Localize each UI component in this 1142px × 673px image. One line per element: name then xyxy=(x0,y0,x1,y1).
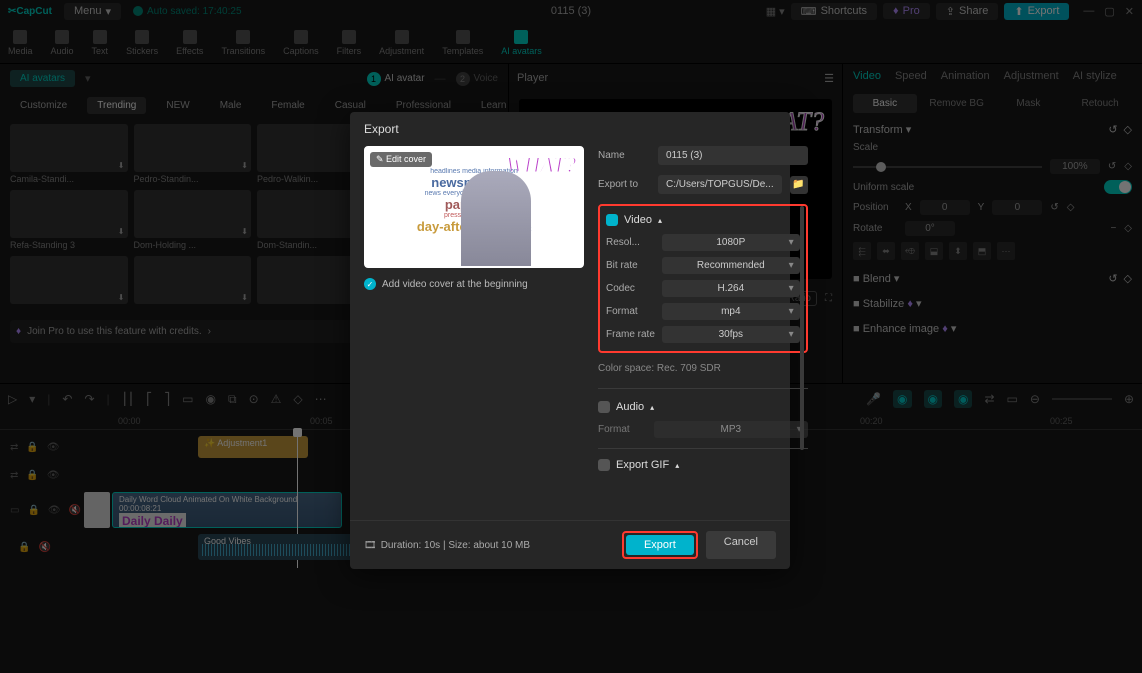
gif-section-header[interactable]: Export GIF ▴ xyxy=(598,459,808,471)
resolution-select[interactable]: 1080P xyxy=(662,234,800,251)
edit-cover-button[interactable]: ✎ Edit cover xyxy=(370,152,432,167)
cover-person xyxy=(461,171,531,266)
audio-format-select[interactable]: MP3 xyxy=(654,421,808,438)
codec-select[interactable]: H.264 xyxy=(662,280,800,297)
export-confirm-button[interactable]: Export xyxy=(626,535,694,555)
bitrate-select[interactable]: Recommended xyxy=(662,257,800,274)
export-path-input[interactable]: C:/Users/TOPGUS/De... xyxy=(658,175,782,194)
format-label: Format xyxy=(606,306,662,317)
audio-format-label: Format xyxy=(598,424,654,435)
add-cover-checkbox[interactable]: ✓ Add video cover at the beginning xyxy=(364,278,584,290)
dialog-title: Export xyxy=(350,112,790,146)
framerate-select[interactable]: 30fps xyxy=(662,326,800,343)
film-icon: 🎞 xyxy=(364,540,377,551)
resolution-label: Resol... xyxy=(606,237,662,248)
name-label: Name xyxy=(598,150,650,161)
check-icon: ✓ xyxy=(364,278,376,290)
folder-icon[interactable]: 📁 xyxy=(790,176,808,194)
name-input[interactable]: 0115 (3) xyxy=(658,146,808,165)
codec-label: Codec xyxy=(606,283,662,294)
export-to-label: Export to xyxy=(598,179,650,190)
colorspace-info: Color space: Rec. 709 SDR xyxy=(598,363,808,374)
export-info: 🎞Duration: 10s | Size: about 10 MB xyxy=(364,540,530,551)
framerate-label: Frame rate xyxy=(606,329,662,340)
format-select[interactable]: mp4 xyxy=(662,303,800,320)
video-section-header[interactable]: Video ▴ xyxy=(606,214,800,226)
dialog-scrollbar[interactable] xyxy=(800,206,804,450)
bitrate-label: Bit rate xyxy=(606,260,662,271)
cancel-button[interactable]: Cancel xyxy=(706,531,776,559)
export-button-highlight: Export xyxy=(622,531,698,559)
video-settings-highlight: Video ▴ Resol...1080P Bit rateRecommende… xyxy=(598,204,808,353)
export-dialog: Export ✎ Edit cover WHAT? headlines medi… xyxy=(350,112,790,569)
audio-section-header[interactable]: Audio ▴ xyxy=(598,401,808,413)
cover-preview[interactable]: ✎ Edit cover WHAT? headlines media infor… xyxy=(364,146,584,268)
